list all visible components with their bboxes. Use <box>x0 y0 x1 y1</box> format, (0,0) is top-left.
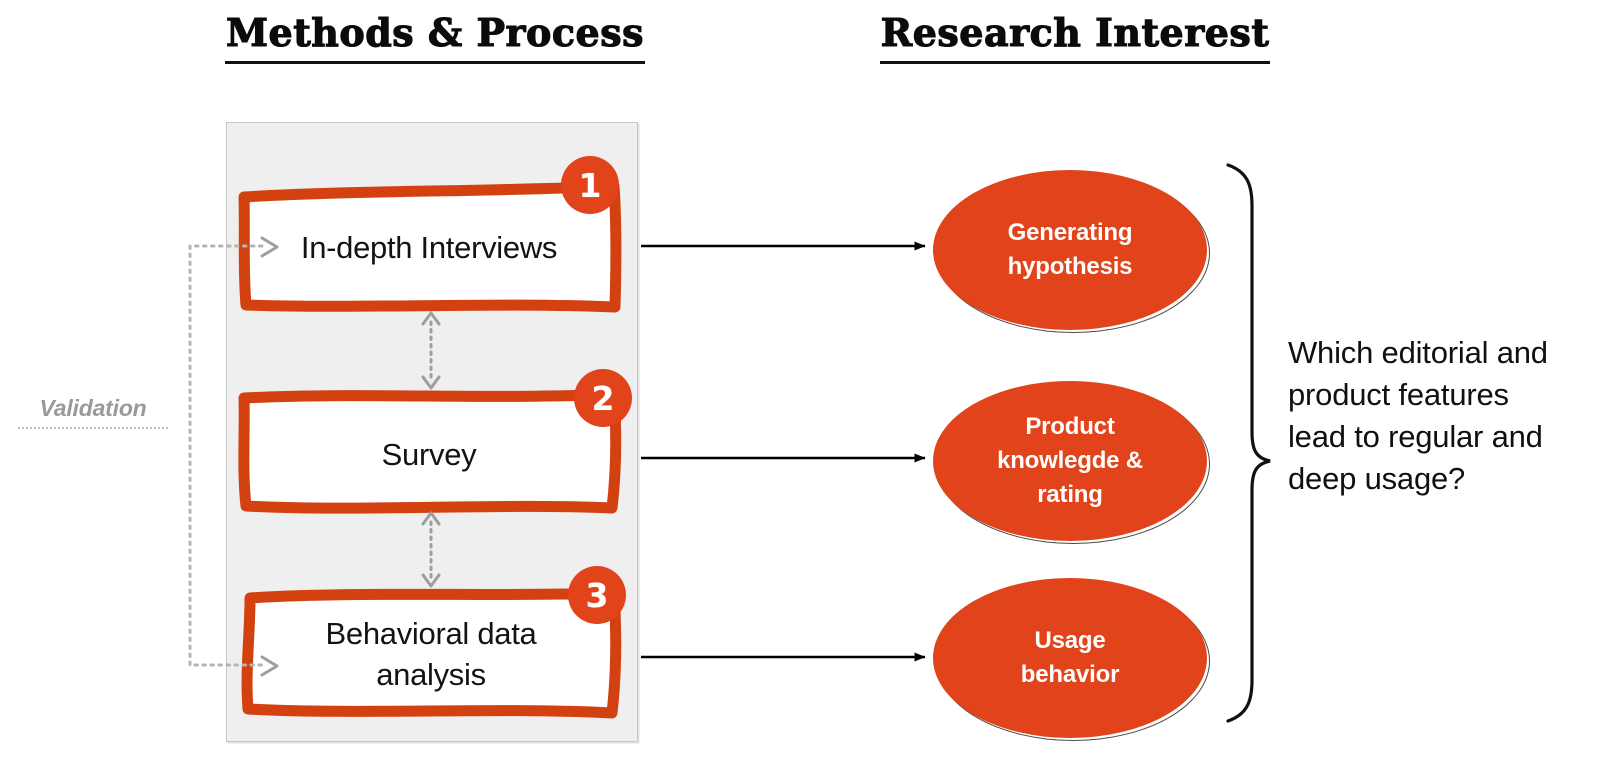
method-step-3-label: Behavioral data analysis <box>325 616 537 693</box>
research-question-text: Which editorial and product features lea… <box>1288 335 1548 497</box>
step-number-badge-2: 2 <box>574 369 632 427</box>
outcome-ellipse-2-label: Product knowlegde & rating <box>997 412 1143 509</box>
validation-label: Validation <box>18 395 168 429</box>
method-step-3-box[interactable]: Behavioral data analysis <box>240 585 622 719</box>
outcome-ellipse-3[interactable]: Usage behavior <box>933 578 1210 741</box>
outcome-ellipse-1[interactable]: Generating hypothesis <box>933 170 1210 333</box>
method-step-2-box[interactable]: Survey <box>236 386 622 514</box>
method-step-1-label: In-depth Interviews <box>300 230 558 265</box>
method-step-1-box[interactable]: In-depth Interviews <box>236 181 622 313</box>
grouping-brace <box>1226 163 1271 723</box>
step-number-badge-1: 1 <box>561 156 619 214</box>
outcome-ellipse-2[interactable]: Product knowlegde & rating <box>933 381 1210 544</box>
outcome-ellipse-3-label: Usage behavior <box>1020 626 1120 688</box>
column-title-methods: Methods & Process <box>225 9 645 64</box>
column-title-research: Research Interest <box>880 9 1270 64</box>
step-number-badge-3: 3 <box>568 566 626 624</box>
outcome-ellipse-1-label: Generating hypothesis <box>1007 218 1133 280</box>
method-step-2-label: Survey <box>381 437 477 472</box>
diagram-canvas: Methods & Process Research Interest In-d… <box>0 0 1600 775</box>
